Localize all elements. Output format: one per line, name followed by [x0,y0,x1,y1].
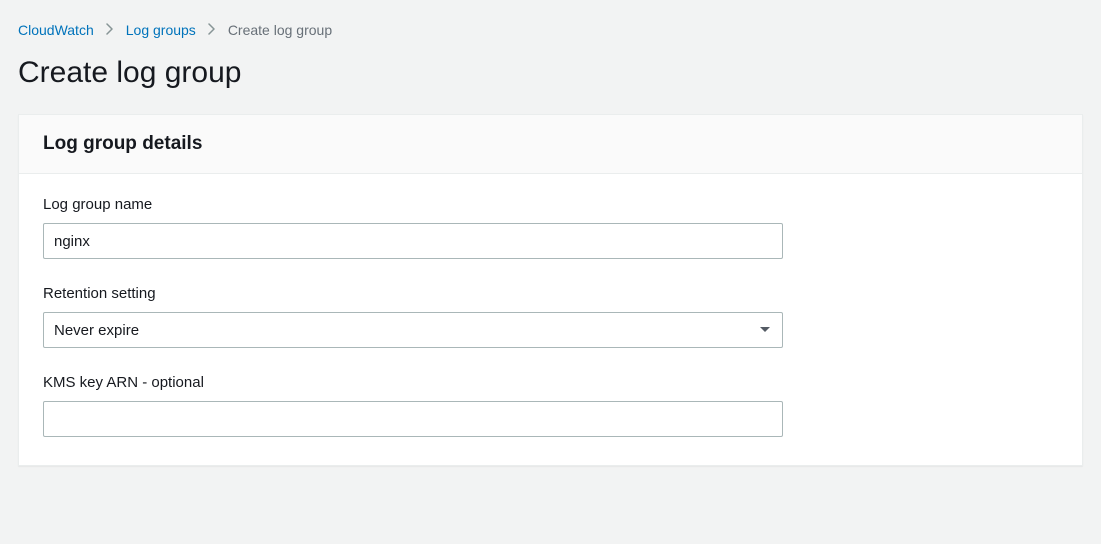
chevron-right-icon [106,22,114,38]
panel-header: Log group details [19,115,1082,174]
retention-select-wrapper: Never expire [43,312,783,348]
panel-body: Log group name Retention setting Never e… [19,174,1082,465]
retention-selected-value: Never expire [54,322,139,339]
panel-heading: Log group details [43,133,1058,155]
page-title: Create log group [0,38,1101,114]
retention-select[interactable]: Never expire [43,312,783,348]
breadcrumb-current: Create log group [228,22,332,38]
log-group-name-input[interactable] [43,223,783,259]
kms-key-arn-input[interactable] [43,401,783,437]
breadcrumb: CloudWatch Log groups Create log group [0,0,1101,38]
log-group-name-label: Log group name [43,196,1058,213]
form-group-log-group-name: Log group name [43,196,1058,259]
form-group-kms-key-arn: KMS key ARN - optional [43,374,1058,437]
retention-label: Retention setting [43,285,1058,302]
chevron-right-icon [208,22,216,38]
form-group-retention: Retention setting Never expire [43,285,1058,348]
breadcrumb-link-cloudwatch[interactable]: CloudWatch [18,22,94,38]
breadcrumb-link-log-groups[interactable]: Log groups [126,22,196,38]
log-group-details-panel: Log group details Log group name Retenti… [18,114,1083,466]
kms-key-arn-label: KMS key ARN - optional [43,374,1058,391]
